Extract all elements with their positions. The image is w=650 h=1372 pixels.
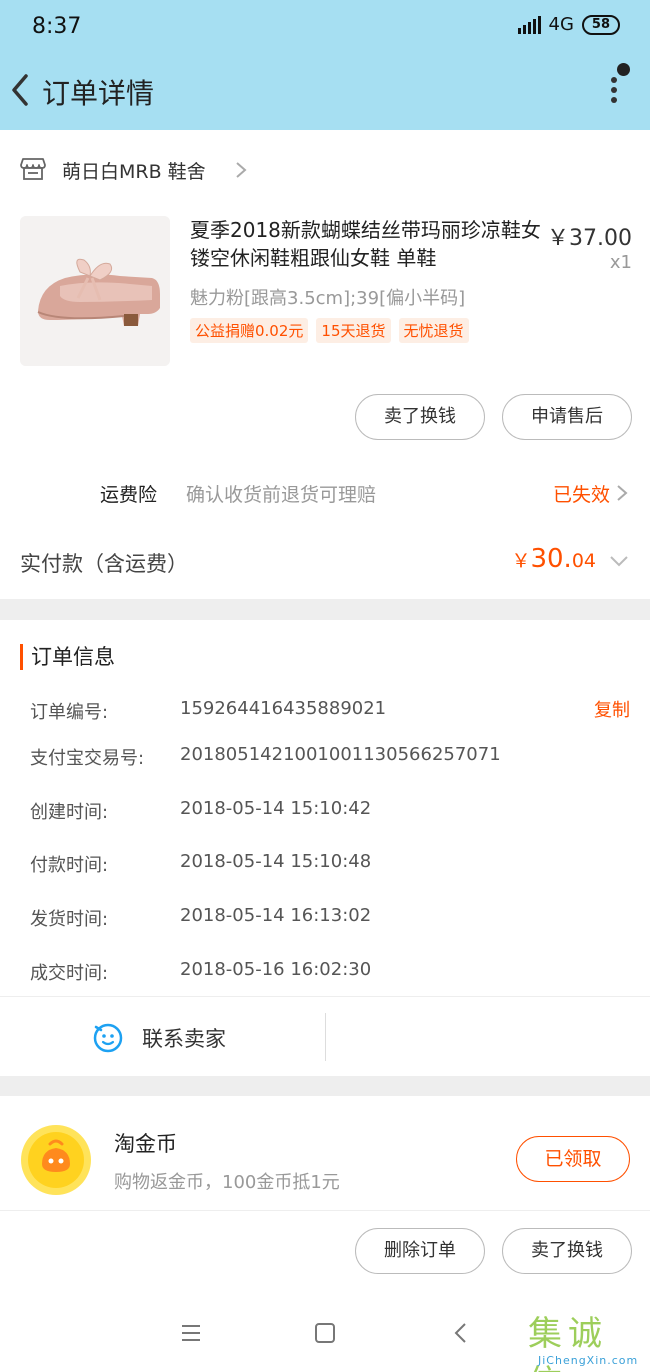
- product-title[interactable]: 夏季2018新款蝴蝶结丝带玛丽珍凉鞋女镂空休闲鞋粗跟仙女鞋 单鞋: [190, 216, 545, 272]
- after-sale-button[interactable]: 申请售后: [502, 394, 632, 440]
- currency-symbol: ￥: [511, 550, 531, 572]
- watermark: 集诚信 JiChengXin.com: [528, 1306, 646, 1372]
- info-value: 2018-05-16 16:02:30: [180, 959, 372, 980]
- sell-for-cash-button-bottom[interactable]: 卖了换钱: [502, 1228, 632, 1274]
- tag-charity: 公益捐赠0.02元: [190, 318, 309, 343]
- network-label: 4G: [548, 14, 574, 35]
- contact-seller-button[interactable]: 联系卖家: [142, 1023, 226, 1053]
- coin-claimed-button[interactable]: 已领取: [516, 1136, 630, 1182]
- signal-icon: [517, 15, 541, 34]
- payment-label: 实付款（含运费）: [20, 552, 188, 576]
- info-value: 159264416435889021: [180, 698, 387, 719]
- info-key: 成交时间:: [30, 963, 109, 984]
- info-value: 2018-05-14 16:13:02: [180, 905, 372, 926]
- nav-bar: 订单详情: [0, 54, 650, 130]
- tag-worry-free-return: 无忧退货: [398, 318, 469, 343]
- coin-card: 淘金币 购物返金币，100金币抵1元 已领取 删除订单 卖了换钱: [0, 1096, 650, 1294]
- info-value: 2018-05-14 15:10:48: [180, 851, 372, 872]
- watermark-url: JiChengXin.com: [538, 1354, 639, 1367]
- product-image[interactable]: [20, 216, 170, 366]
- copy-button[interactable]: 复制: [594, 696, 630, 722]
- payment-amount: ￥30.04: [511, 544, 596, 574]
- info-value: 2018051421001001130566257071: [180, 744, 501, 765]
- notification-dot: [617, 63, 630, 76]
- coin-icon: [21, 1125, 91, 1195]
- system-nav-bar: 集诚信 JiChengXin.com: [0, 1294, 650, 1372]
- product-price: ￥37.00: [547, 226, 632, 251]
- chevron-right-icon: [236, 162, 247, 178]
- coin-desc: 购物返金币，100金币抵1元: [114, 1172, 340, 1193]
- shop-row[interactable]: 萌日白MRB 鞋舍: [0, 130, 650, 210]
- info-key: 发货时间:: [30, 909, 109, 930]
- chevron-down-icon[interactable]: [608, 554, 630, 568]
- status-indicators: 4G 58: [517, 14, 620, 35]
- back-arrow-icon[interactable]: [6, 70, 40, 110]
- back-triangle-icon[interactable]: [448, 1320, 474, 1346]
- order-info-card: 订单信息 复制 订单编号: 159264416435889021 支付宝交易号:…: [0, 620, 650, 1076]
- info-key: 付款时间:: [30, 855, 109, 876]
- page-title: 订单详情: [42, 77, 155, 110]
- delete-order-button[interactable]: 删除订单: [355, 1228, 485, 1274]
- insurance-label: 运费险: [100, 484, 158, 506]
- divider: [325, 1013, 326, 1061]
- amount-decimal: 04: [571, 550, 596, 572]
- coin-title: 淘金币: [114, 1132, 177, 1156]
- shoe-image: [20, 216, 170, 366]
- info-key: 订单编号:: [30, 702, 109, 723]
- shop-icon: [20, 158, 46, 180]
- more-vertical-icon[interactable]: [604, 70, 624, 110]
- order-info-heading: 订单信息: [20, 644, 115, 670]
- amount-integer: 30.: [530, 544, 572, 574]
- battery-icon: 58: [581, 14, 620, 35]
- chevron-right-icon: [617, 485, 628, 501]
- tag-15day-return: 15天退货: [316, 318, 391, 343]
- info-value: 2018-05-14 15:10:42: [180, 798, 372, 819]
- smiley-chat-icon[interactable]: [92, 1021, 124, 1053]
- contact-seller-row: 联系卖家: [0, 996, 650, 1076]
- insurance-desc: 确认收货前退货可理赔: [186, 484, 377, 506]
- product-sku: 魅力粉[跟高3.5cm];39[偏小半码]: [190, 288, 466, 309]
- status-time: 8:37: [32, 14, 82, 39]
- shop-name[interactable]: 萌日白MRB 鞋舍: [62, 157, 206, 184]
- product-card: 萌日白MRB 鞋舍 夏季2018新款蝴蝶结丝带玛丽珍凉鞋女镂空休闲鞋粗跟仙女鞋 …: [0, 130, 650, 599]
- product-tags: 公益捐赠0.02元 15天退货 无忧退货: [190, 318, 469, 343]
- menu-icon[interactable]: [178, 1320, 204, 1346]
- product-quantity: x1: [609, 252, 632, 273]
- info-key: 支付宝交易号:: [30, 748, 145, 769]
- shipping-insurance-row[interactable]: 运费险 确认收货前退货可理赔 已失效: [0, 468, 650, 518]
- status-bar: 8:37 4G 58: [0, 0, 650, 54]
- info-key: 创建时间:: [30, 802, 109, 823]
- sell-for-cash-button[interactable]: 卖了换钱: [355, 394, 485, 440]
- insurance-status: 已失效: [552, 484, 610, 506]
- home-square-icon[interactable]: [312, 1320, 338, 1346]
- divider: [0, 1210, 650, 1211]
